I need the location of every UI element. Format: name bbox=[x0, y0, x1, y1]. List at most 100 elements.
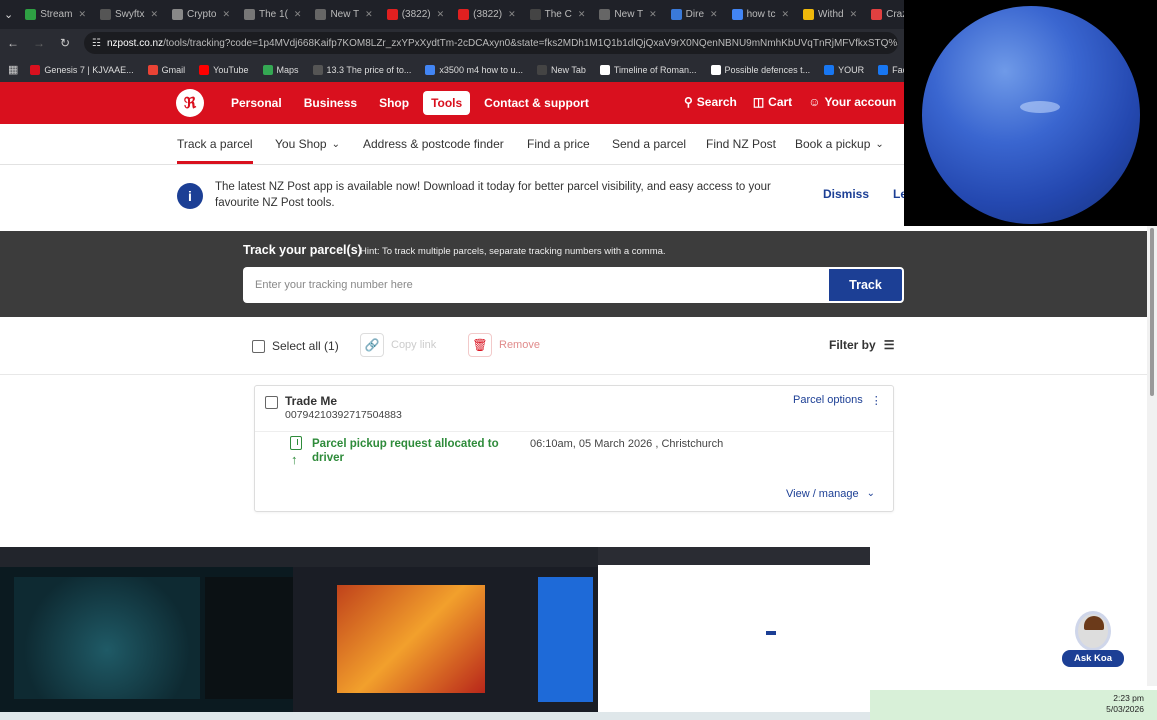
tab-close-icon[interactable]: ✕ bbox=[508, 9, 516, 20]
app-banner: i The latest NZ Post app is available no… bbox=[166, 177, 907, 217]
tab-close-icon[interactable]: ✕ bbox=[222, 9, 230, 20]
select-all[interactable]: Select all (1) bbox=[252, 339, 339, 353]
site-header: ℜ Personal Business Shop Tools Contact &… bbox=[0, 82, 904, 124]
ask-koa-widget[interactable]: Ask Koa bbox=[1062, 611, 1124, 667]
nav-contact-support[interactable]: Contact & support bbox=[476, 91, 597, 115]
reload-icon[interactable]: ↻ bbox=[58, 36, 72, 50]
subnav-track-a-parcel[interactable]: Track a parcel bbox=[177, 124, 253, 164]
tab-favicon-icon bbox=[871, 9, 883, 20]
parcel-options-button[interactable]: Parcel options ⋮ bbox=[793, 394, 882, 407]
header-actions: ⚲ Search ◫ Cart ☺ Your accoun bbox=[684, 95, 896, 109]
nav-shop[interactable]: Shop bbox=[371, 91, 417, 115]
nav-tools[interactable]: Tools bbox=[423, 91, 471, 115]
bookmark-item[interactable]: 13.3 The price of to... bbox=[312, 64, 411, 75]
parcel-toolbar: Select all (1) 🔗 Copy link 🗑 Remove Filt… bbox=[0, 317, 1147, 375]
window-preview-stream[interactable] bbox=[0, 547, 300, 714]
tab-favicon-icon bbox=[172, 9, 183, 20]
bookmark-item[interactable]: New Tab bbox=[536, 64, 586, 75]
url-field[interactable]: ☷ nzpost.co.nz/tools/tracking?code=1p4MV… bbox=[84, 32, 898, 54]
subnav-send-a-parcel[interactable]: Send a parcel bbox=[612, 124, 686, 164]
scrollbar-thumb[interactable] bbox=[1150, 228, 1154, 396]
tab-close-icon[interactable]: ✕ bbox=[437, 9, 445, 20]
bookmark-item[interactable]: YouTube bbox=[199, 64, 249, 75]
browser-tab[interactable]: The C ✕ bbox=[524, 4, 592, 26]
filter-by-button[interactable]: Filter by ☰ bbox=[829, 338, 894, 352]
nav-personal[interactable]: Personal bbox=[223, 91, 290, 115]
browser-tab[interactable]: Withd ✕ bbox=[797, 4, 863, 26]
page-scrollbar[interactable] bbox=[1147, 226, 1157, 686]
tab-close-icon[interactable]: ✕ bbox=[578, 9, 586, 20]
tab-close-icon[interactable]: ✕ bbox=[649, 9, 657, 20]
search-button[interactable]: ⚲ Search bbox=[684, 95, 737, 109]
subnav-address-finder[interactable]: Address & postcode finder bbox=[363, 124, 504, 164]
apps-grid-icon[interactable]: ▦ bbox=[8, 63, 18, 76]
tab-close-icon[interactable]: ✕ bbox=[365, 9, 373, 20]
bookmark-item[interactable]: Facebook green bbox=[878, 64, 904, 75]
back-icon[interactable]: ← bbox=[6, 36, 20, 50]
browser-tab[interactable]: (3822) ✕ bbox=[381, 4, 450, 26]
tab-close-icon[interactable]: ✕ bbox=[150, 9, 158, 20]
tab-close-icon[interactable]: ✕ bbox=[710, 9, 718, 20]
bookmark-item[interactable]: Possible defences t... bbox=[710, 64, 811, 75]
tab-close-icon[interactable]: ✕ bbox=[781, 9, 789, 20]
copy-link-button[interactable]: 🔗 Copy link bbox=[360, 333, 436, 357]
cart-button[interactable]: ◫ Cart bbox=[753, 95, 792, 109]
browser-tab[interactable]: (3822) ✕ bbox=[452, 4, 521, 26]
browser-tab-bar: ⌄ Stream ✕ Swyftx ✕ Crypto ✕ The 1(✕ New T ✕ (382… bbox=[0, 0, 904, 29]
tab-close-icon[interactable]: ✕ bbox=[78, 9, 86, 20]
select-all-checkbox[interactable] bbox=[252, 339, 265, 353]
track-panel: Track your parcel(s) Hint: To track mult… bbox=[0, 231, 1147, 317]
subnav-you-shop[interactable]: You Shop ⌄ bbox=[275, 124, 340, 164]
window-preview-slots[interactable] bbox=[293, 547, 598, 714]
window-preview-blank[interactable] bbox=[598, 547, 870, 714]
tab-title: Crazy bbox=[886, 9, 904, 20]
bookmark-item[interactable]: Timeline of Roman... bbox=[599, 64, 697, 75]
browser-tab[interactable]: Stream ✕ bbox=[19, 4, 92, 26]
browser-tab[interactable]: Dire ✕ bbox=[665, 4, 724, 26]
tab-close-icon[interactable]: ✕ bbox=[850, 9, 858, 20]
browser-tab[interactable]: Crazy✕ bbox=[865, 4, 904, 26]
tab-close-icon[interactable]: ✕ bbox=[294, 9, 302, 20]
tracking-number-input[interactable] bbox=[243, 267, 828, 303]
subnav-find-nz-post[interactable]: Find NZ Post bbox=[706, 124, 776, 164]
bookmark-label: Genesis 7 | KJVAAE... bbox=[44, 64, 134, 75]
site-info-icon[interactable]: ☷ bbox=[92, 38, 101, 49]
tab-title: Dire bbox=[685, 9, 705, 20]
subnav-find-a-price[interactable]: Find a price bbox=[527, 124, 590, 164]
bookmark-label: Gmail bbox=[161, 64, 186, 75]
tab-title: Withd bbox=[818, 9, 844, 20]
bookmark-favicon-icon bbox=[878, 64, 889, 75]
browser-tab[interactable]: how tc ✕ bbox=[726, 4, 795, 26]
nzpost-logo[interactable]: ℜ bbox=[176, 89, 204, 117]
subnav-book-a-pickup[interactable]: Book a pickup ⌄ bbox=[795, 124, 884, 164]
track-button[interactable]: Track bbox=[827, 267, 904, 303]
account-button[interactable]: ☺ Your accoun bbox=[808, 95, 896, 109]
bookmark-label: Possible defences t... bbox=[724, 64, 811, 75]
bookmark-favicon-icon bbox=[199, 64, 210, 75]
browser-tab[interactable]: New T ✕ bbox=[593, 4, 662, 26]
nav-business[interactable]: Business bbox=[296, 91, 365, 115]
browser-tab[interactable]: Swyftx ✕ bbox=[94, 4, 164, 26]
dismiss-button[interactable]: Dismiss bbox=[823, 187, 869, 201]
bookmark-item[interactable]: YOUR bbox=[824, 64, 865, 75]
bookmark-label: YOUR bbox=[838, 64, 865, 75]
remove-button[interactable]: 🗑 Remove bbox=[468, 333, 540, 357]
tab-title: The 1( bbox=[259, 9, 288, 20]
bookmark-favicon-icon bbox=[262, 64, 273, 75]
browser-tab[interactable]: The 1( ✕ bbox=[238, 4, 307, 26]
bookmark-item[interactable]: Maps bbox=[262, 64, 299, 75]
bookmark-item[interactable]: Genesis 7 | KJVAAE... bbox=[30, 64, 134, 75]
copy-link-label: Copy link bbox=[391, 339, 437, 351]
bookmark-item[interactable]: Gmail bbox=[147, 64, 186, 75]
tab-favicon-icon bbox=[731, 9, 743, 20]
taskbar-clock[interactable]: 2:23 pm 5/03/2026 bbox=[1098, 693, 1144, 715]
browser-tab[interactable]: New T ✕ bbox=[309, 4, 378, 26]
tab-list-chevron-icon[interactable]: ⌄ bbox=[4, 5, 13, 25]
parcel-checkbox[interactable] bbox=[265, 396, 278, 409]
bookmark-item[interactable]: x3500 m4 how to u... bbox=[425, 64, 523, 75]
forward-icon[interactable]: → bbox=[32, 36, 46, 50]
tab-favicon-icon bbox=[244, 9, 255, 20]
view-manage-button[interactable]: View / manage ⌄ bbox=[786, 488, 875, 500]
browser-tab[interactable]: Crypto ✕ bbox=[166, 4, 236, 26]
card-divider bbox=[255, 431, 893, 432]
